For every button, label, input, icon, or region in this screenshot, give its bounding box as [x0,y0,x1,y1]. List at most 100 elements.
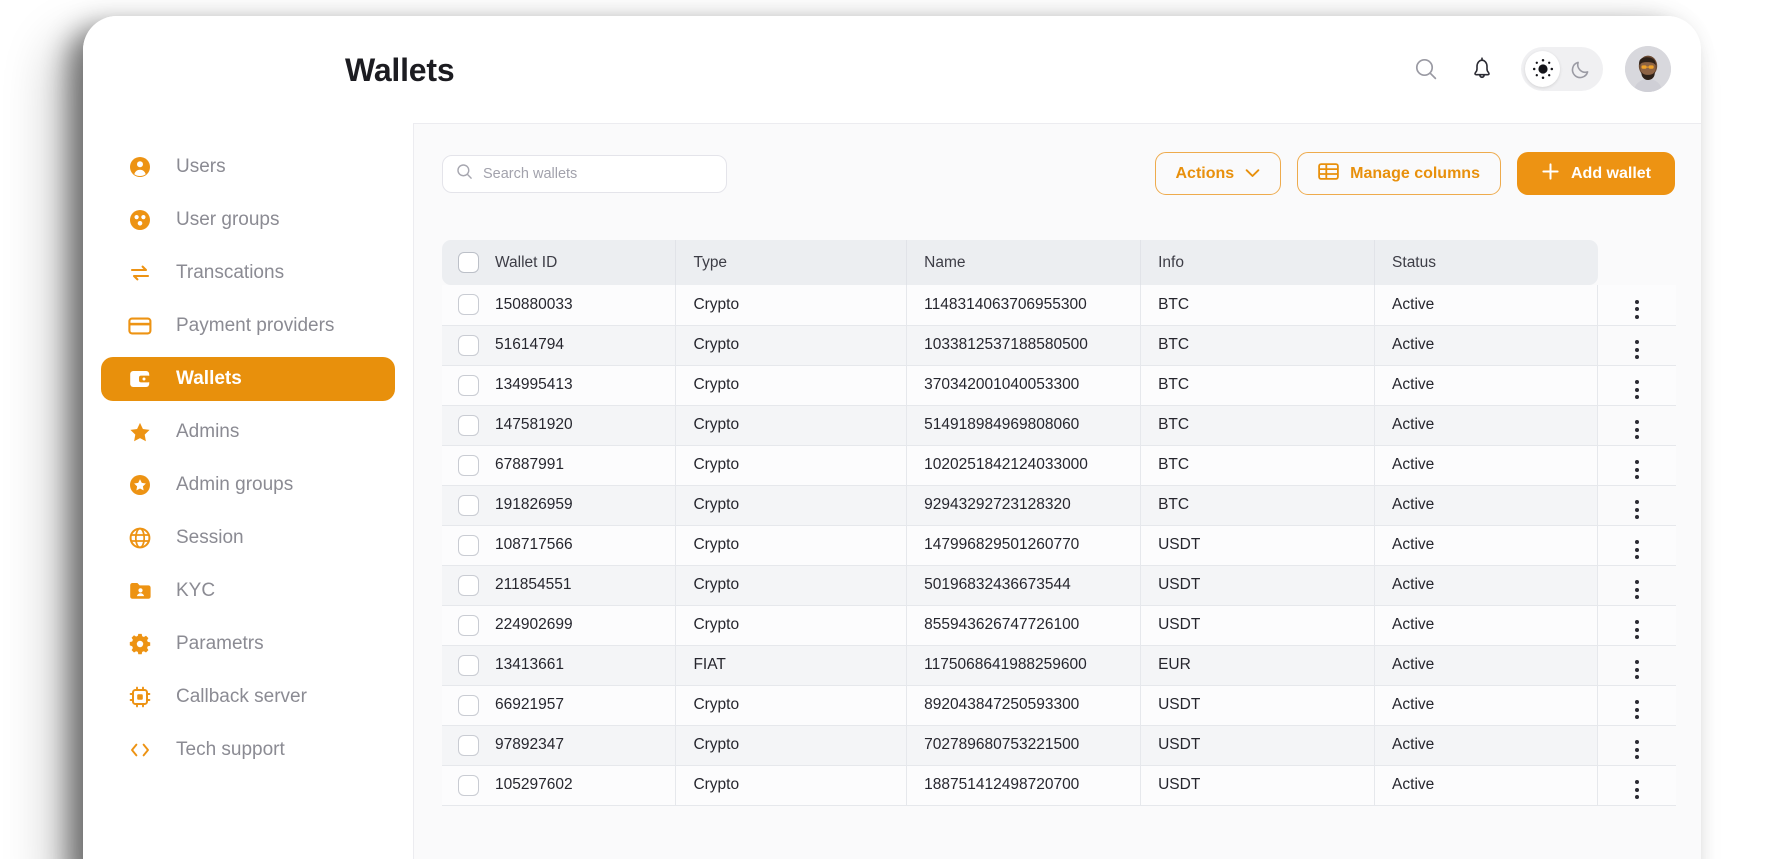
wallet-id-value: 105297602 [495,776,573,793]
cell-type: Crypto [675,405,908,446]
kebab-menu-icon[interactable] [1635,420,1640,439]
sidebar-item-transcations[interactable]: Transcations [101,251,395,295]
sidebar-item-label: Users [176,156,226,177]
kebab-menu-icon[interactable] [1635,500,1640,519]
sidebar-item-users[interactable]: Users [101,145,395,189]
table-row[interactable]: 211854551 Crypto 50196832436673544 USDT Acti… [442,565,1676,606]
kebab-menu-icon[interactable] [1635,299,1640,319]
table-row[interactable]: 66921957 Crypto 892043847250593300 USDT Acti… [442,685,1676,726]
table-row[interactable]: 134995413 Crypto 370342001040053300 BTC Acti… [442,365,1676,406]
search-wallets-box[interactable] [442,155,727,193]
cell-row-actions[interactable] [1597,685,1676,726]
cell-row-actions[interactable] [1597,485,1676,526]
row-checkbox[interactable] [458,614,479,636]
row-checkbox[interactable] [458,334,479,356]
transfer-arrows-icon [128,261,152,285]
column-header-status[interactable]: Status [1374,240,1598,285]
column-header-type[interactable]: Type [675,240,908,285]
column-header-name[interactable]: Name [906,240,1142,285]
sidebar-item-wallets[interactable]: Wallets [101,357,395,401]
kebab-menu-icon[interactable] [1635,460,1640,479]
sidebar-item-kyc[interactable]: KYC [101,569,395,613]
sidebar-item-parametrs[interactable]: Parametrs [101,622,395,666]
add-wallet-button[interactable]: Add wallet [1516,152,1675,195]
table-header-row: Wallet ID Type Name Info Status [442,240,1676,285]
cell-status: Active [1374,445,1599,486]
table-row[interactable]: 108717566 Crypto 147996829501260770 USDT Act… [442,525,1676,566]
cell-info: BTC [1140,485,1376,526]
kebab-menu-icon[interactable] [1635,620,1640,639]
kebab-menu-icon[interactable] [1635,540,1640,559]
moon-icon[interactable] [1562,51,1599,87]
kebab-menu-icon[interactable] [1635,780,1640,799]
row-checkbox[interactable] [458,734,479,756]
row-checkbox[interactable] [458,374,479,396]
search-input[interactable] [483,166,713,182]
sidebar-item-label: Tech support [176,739,285,760]
app-window: Wallets Users User groups Transcations P… [83,16,1701,859]
cell-type: Crypto [675,685,908,726]
cell-row-actions[interactable] [1597,445,1676,486]
sidebar-item-admin-groups[interactable]: Admin groups [101,463,395,507]
row-checkbox[interactable] [458,294,479,316]
kebab-menu-icon[interactable] [1635,380,1640,399]
sidebar-item-payment-providers[interactable]: Payment providers [101,304,395,348]
kebab-menu-icon[interactable] [1635,740,1640,759]
table-row[interactable]: 150880033 Crypto 1148314063706955300 BTC Act… [442,285,1676,326]
row-checkbox[interactable] [458,494,479,516]
select-all-checkbox[interactable] [458,252,479,273]
kebab-menu-icon[interactable] [1635,580,1640,599]
sun-icon[interactable] [1525,51,1561,87]
table-row[interactable]: 147581920 Crypto 514918984969808060 BTC Acti… [442,405,1676,446]
row-checkbox[interactable] [458,654,479,676]
sidebar-item-tech-support[interactable]: Tech support [101,728,395,772]
wallet-id-value: 51614794 [495,336,564,353]
cell-row-actions[interactable] [1597,365,1676,406]
manage-columns-button[interactable]: Manage columns [1297,152,1501,195]
column-header-info[interactable]: Info [1140,240,1376,285]
table-row[interactable]: 191826959 Crypto 92943292723128320 BTC Activ… [442,485,1676,526]
cell-row-actions[interactable] [1597,645,1676,686]
avatar[interactable] [1625,46,1671,92]
row-checkbox[interactable] [458,694,479,716]
sidebar-item-user-groups[interactable]: User groups [101,198,395,242]
row-checkbox[interactable] [458,454,479,476]
cell-row-actions[interactable] [1597,565,1676,606]
table-row[interactable]: 67887991 Crypto 1020251842124033000 BTC Acti… [442,445,1676,486]
sidebar-item-admins[interactable]: Admins [101,410,395,454]
cell-status: Active [1374,325,1599,366]
table-row[interactable]: 105297602 Crypto 188751412498720700 USDT Act… [442,765,1676,806]
table-row[interactable]: 224902699 Crypto 855943626747726100 USDT Act… [442,605,1676,646]
search-icon[interactable] [1409,52,1443,86]
row-checkbox[interactable] [458,534,479,556]
sidebar-item-session[interactable]: Session [101,516,395,560]
actions-button[interactable]: Actions [1154,152,1282,195]
column-header-wallet-id[interactable]: Wallet ID [442,240,677,285]
theme-toggle[interactable] [1521,47,1603,91]
user-icon [128,155,152,179]
table-row[interactable]: 13413661 FIAT 1175068641988259600 EUR Active [442,645,1676,686]
cell-row-actions[interactable] [1597,285,1676,326]
code-brackets-icon [128,738,152,762]
row-checkbox[interactable] [458,414,479,436]
cell-row-actions[interactable] [1597,525,1676,566]
table-row[interactable]: 97892347 Crypto 702789680753221500 USDT Acti… [442,725,1676,766]
table-row[interactable]: 51614794 Crypto 1033812537188580500 BTC Acti… [442,325,1676,366]
kebab-menu-icon[interactable] [1635,340,1640,359]
cell-row-actions[interactable] [1597,325,1676,366]
chevron-down-icon [1245,165,1260,183]
row-checkbox[interactable] [458,774,479,796]
cell-row-actions[interactable] [1597,765,1676,806]
cell-info: USDT [1140,525,1376,566]
wallets-table-container[interactable]: Wallet ID Type Name Info Status 15088003… [442,240,1676,859]
kebab-menu-icon[interactable] [1635,700,1640,719]
wallet-id-value: 67887991 [495,456,564,473]
cell-row-actions[interactable] [1597,405,1676,446]
sidebar-item-label: Payment providers [176,315,335,336]
sidebar-item-callback-server[interactable]: Callback server [101,675,395,719]
row-checkbox[interactable] [458,574,479,596]
cell-row-actions[interactable] [1597,605,1676,646]
cell-row-actions[interactable] [1597,725,1676,766]
kebab-menu-icon[interactable] [1635,660,1640,679]
bell-icon[interactable] [1465,52,1499,86]
